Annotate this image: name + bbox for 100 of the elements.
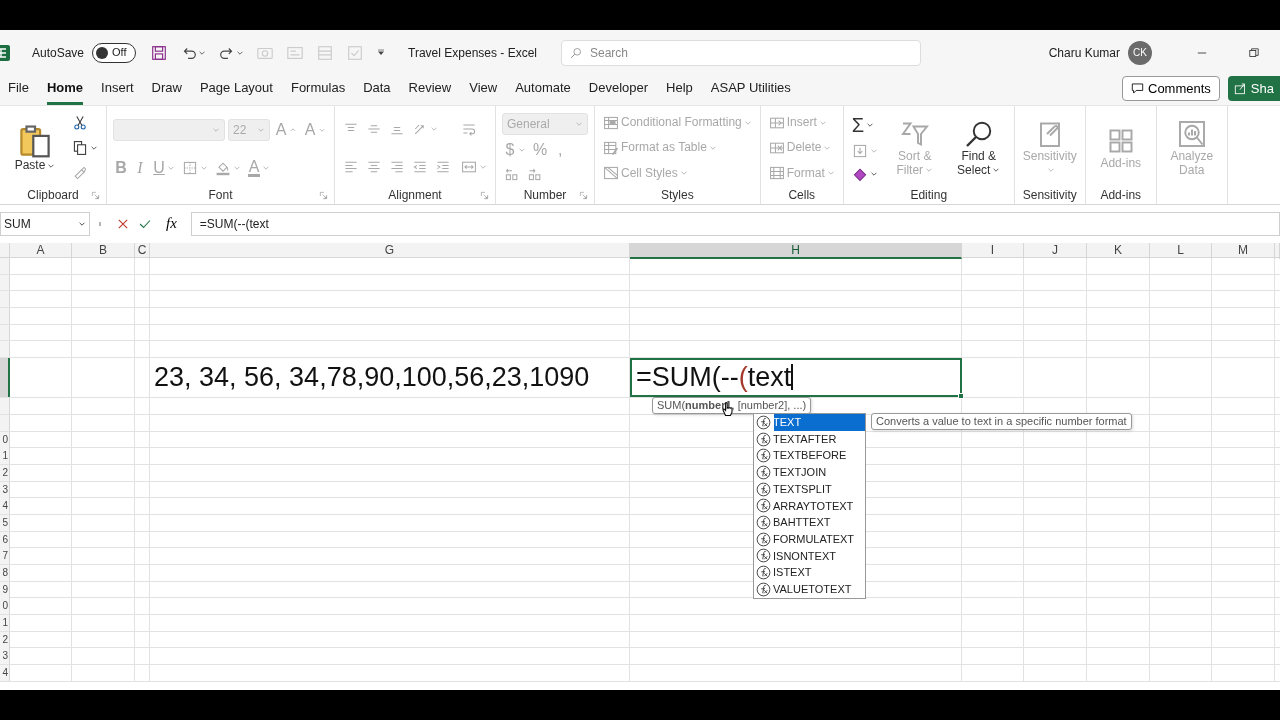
autosum-button[interactable]: Σ: [849, 112, 877, 137]
row-header[interactable]: 2: [0, 464, 10, 481]
row-header[interactable]: 5: [0, 514, 10, 531]
function-description: Converts a value to text in a specific number format: [871, 413, 1132, 430]
row-header[interactable]: 6: [0, 531, 10, 548]
function-suggestion[interactable]: TEXTSPLIT: [754, 480, 865, 498]
menu-tab[interactable]: Review: [408, 73, 452, 105]
caret-icon: [826, 169, 835, 178]
function-suggestion[interactable]: ISTEXT: [754, 564, 865, 581]
styled-cell-icon: [603, 165, 619, 182]
row-header[interactable]: 8: [0, 565, 10, 581]
caret-icon: [869, 147, 878, 155]
paste-button[interactable]: Paste: [6, 122, 64, 174]
function-suggestion[interactable]: ARRAYTOTEXT: [754, 497, 865, 515]
menu-tab[interactable]: Data: [363, 73, 391, 105]
menu-tab[interactable]: Automate: [515, 73, 571, 105]
align-right-icon: [389, 159, 405, 175]
menu-tab[interactable]: Insert: [101, 73, 134, 105]
eraser-icon: [851, 166, 868, 183]
text-cursor: [791, 364, 793, 391]
row-header[interactable]: 2: [0, 631, 10, 648]
comments-button[interactable]: Comments: [1122, 75, 1220, 101]
decimal-right-arrow-icon: [527, 166, 543, 183]
row-header[interactable]: 7: [0, 548, 10, 565]
border-grid-icon: [182, 159, 198, 176]
menu-tab[interactable]: Draw: [151, 73, 182, 105]
menu-tab[interactable]: File: [8, 73, 29, 105]
function-icon: [756, 481, 771, 497]
find-button[interactable]: Find & Select: [949, 118, 1008, 178]
brush-icon: [72, 165, 88, 182]
ribbon-group-label: Alignment: [388, 187, 442, 204]
dialog-launcher-icon[interactable]: [319, 190, 328, 200]
caret-icon: [823, 144, 832, 152]
autosave-toggle[interactable]: Off: [92, 42, 137, 63]
align-center-icon: [366, 159, 382, 175]
dialog-launcher-icon[interactable]: [480, 190, 489, 200]
caret-icon: [869, 170, 878, 179]
row-header[interactable]: 0: [0, 598, 10, 615]
caret-up-icon: [289, 125, 297, 134]
row-header[interactable]: 1: [0, 448, 10, 465]
menu-tab[interactable]: Developer: [588, 73, 649, 105]
copy-icon: [72, 140, 88, 156]
row-header[interactable]: 0: [0, 431, 10, 448]
menu-tab[interactable]: ASAP Utilities: [710, 73, 791, 105]
clipboard-icon: [18, 123, 52, 158]
column-header[interactable]: H: [630, 243, 962, 259]
caret-icon: [430, 125, 438, 133]
row-header[interactable]: 4: [0, 665, 10, 682]
row-header[interactable]: 9: [0, 581, 10, 598]
dialog-launcher-icon[interactable]: [579, 190, 588, 200]
function-suggestion[interactable]: TEXT: [754, 414, 865, 431]
menu-tab[interactable]: View: [469, 73, 498, 105]
active-cell[interactable]: =SUM(--(text: [630, 358, 962, 398]
function-suggestion[interactable]: TEXTAFTER: [754, 430, 865, 448]
row-header[interactable]: 3: [0, 481, 10, 498]
menu-tab[interactable]: Formulas: [290, 73, 346, 105]
highlighted-table-icon: [603, 114, 619, 131]
fill-down-icon: [851, 143, 868, 159]
function-icon: [756, 514, 771, 530]
share-icon: [1233, 81, 1247, 95]
user-avatar[interactable]: CK: [1128, 40, 1152, 65]
caret-icon: [518, 146, 526, 154]
formula-field[interactable]: =SUM(--(text: [190, 211, 1280, 236]
decimal-left-arrow-icon: [504, 166, 520, 183]
table-delete-icon: [768, 140, 785, 156]
function-icon: [756, 531, 771, 547]
function-icon: [756, 548, 771, 564]
row-header[interactable]: 1: [0, 615, 10, 632]
insert-function-button[interactable]: fx: [160, 211, 183, 236]
menu-tab[interactable]: Page Layout: [199, 73, 273, 105]
function-icon: [756, 565, 771, 581]
chart-magnifier-icon: [1176, 119, 1207, 150]
user-name: Charu Kumar: [1048, 44, 1120, 62]
row-header[interactable]: 4: [0, 498, 10, 515]
caret-icon: [925, 166, 934, 175]
row-header[interactable]: [0, 358, 10, 398]
scissors-icon: [72, 114, 88, 131]
search-field[interactable]: Search: [561, 39, 921, 66]
search-icon: [570, 46, 582, 59]
dialog-launcher-icon[interactable]: [91, 190, 100, 200]
restore-icon[interactable]: [1248, 46, 1260, 59]
wrap-text-icon: [461, 121, 477, 137]
function-suggestion[interactable]: BAHTTEXT: [754, 514, 865, 531]
ribbon-group-label: Sensitivity: [1022, 187, 1077, 204]
function-icon: [756, 581, 771, 597]
fill-handle[interactable]: [958, 393, 964, 400]
function-suggestion[interactable]: ISNONTEXT: [754, 547, 865, 565]
function-suggestion[interactable]: TEXTBEFORE: [754, 447, 865, 465]
align-left-icon: [343, 159, 359, 175]
ribbon-group-label: Number: [523, 187, 567, 204]
share-button[interactable]: Sha: [1227, 75, 1280, 101]
function-suggestion[interactable]: TEXTJOIN: [754, 464, 865, 481]
caret-icon: [1046, 166, 1055, 175]
menu-tab[interactable]: Help: [666, 73, 693, 105]
function-suggestion[interactable]: FORMULATEXT: [754, 530, 865, 548]
indent-icon: [435, 159, 451, 175]
ribbon-group-label: Cells: [788, 187, 816, 204]
row-header[interactable]: 3: [0, 648, 10, 665]
name-box[interactable]: SUM: [0, 211, 90, 236]
function-suggestion[interactable]: VALUETOTEXT: [754, 580, 865, 598]
